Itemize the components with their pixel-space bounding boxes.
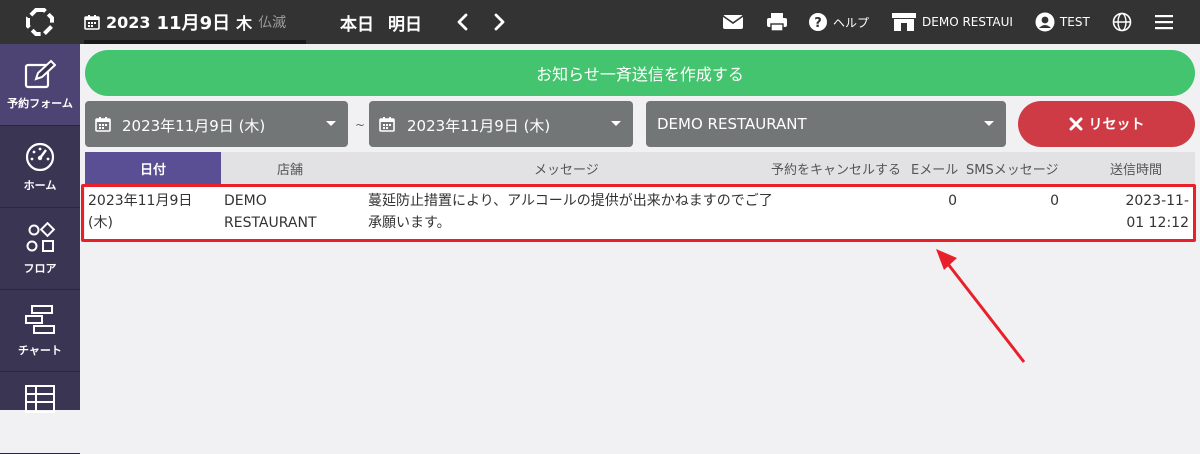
globe-icon [1112, 12, 1132, 32]
print-icon [767, 13, 787, 32]
svg-text:?: ? [814, 16, 822, 31]
close-icon [1069, 117, 1082, 131]
sidebar: 予約フォーム ホーム フロア チャート [0, 44, 80, 454]
chevron-down-icon [611, 121, 621, 126]
next-day-icon[interactable] [492, 13, 506, 31]
language-button[interactable] [1112, 12, 1132, 32]
restaurant-label: DEMO RESTAUI [922, 15, 1013, 29]
user-label: TEST [1059, 15, 1090, 29]
help-icon: ? [809, 13, 827, 31]
edit-icon [24, 59, 56, 88]
user-menu[interactable]: TEST [1035, 12, 1090, 32]
app-logo[interactable] [0, 0, 80, 44]
date-from-select[interactable]: 2023年11月9日 (木) [85, 101, 348, 147]
calendar-icon [84, 15, 100, 30]
highlight-box [81, 184, 1196, 242]
mail-button[interactable] [722, 14, 744, 30]
restaurant-value: DEMO RESTAURANT [657, 115, 807, 133]
sidebar-item-label: ホーム [23, 178, 57, 192]
date-rokuyo: 仏滅 [258, 15, 287, 31]
restaurant-select[interactable]: DEMO RESTAURANT [646, 101, 1006, 147]
current-date[interactable]: 2023 11月9日 木 仏滅 [84, 0, 286, 44]
print-button[interactable] [766, 12, 788, 32]
date-to-select[interactable]: 2023年11月9日 (木) [369, 101, 633, 147]
sidebar-item-label: フロア [23, 261, 57, 275]
store-icon [892, 13, 917, 31]
column-header-message[interactable]: メッセージ [534, 152, 599, 185]
sidebar-item-floor[interactable]: フロア [0, 208, 80, 290]
chevron-down-icon [984, 121, 994, 126]
create-broadcast-button[interactable]: お知らせ一斉送信を作成する [85, 50, 1195, 96]
sidebar-item-label: 予約フォーム [7, 96, 73, 110]
quick-date-nav: 本日 明日 [340, 0, 422, 44]
column-header-sms[interactable]: SMSメッセージ [966, 152, 1058, 185]
help-button[interactable]: ? ヘルプ [808, 12, 869, 32]
tomorrow-button[interactable]: 明日 [388, 10, 422, 35]
sidebar-item-table[interactable] [0, 372, 80, 454]
column-header-sent-time[interactable]: 送信時間 [1110, 152, 1162, 185]
column-header-cancel[interactable]: 予約をキャンセルする [771, 152, 901, 185]
user-icon [1035, 12, 1055, 32]
hamburger-icon [1154, 15, 1173, 30]
sidebar-item-label: チャート [18, 343, 62, 357]
date-range-separator: ~ [355, 118, 366, 132]
reset-label: リセット [1088, 117, 1145, 133]
date-from-value: 2023年11月9日 (木) [122, 117, 266, 135]
top-bar: 2023 11月9日 木 仏滅 本日 明日 ? ヘルプ DEMO RESTAUI… [0, 0, 1200, 44]
calendar-icon [379, 117, 395, 132]
sidebar-item-home[interactable]: ホーム [0, 126, 80, 208]
column-header-store[interactable]: 店舗 [277, 152, 303, 185]
floor-icon [26, 221, 56, 252]
date-main: 11月9日 [156, 13, 231, 34]
chevron-down-icon [326, 121, 336, 126]
logo-icon [26, 8, 54, 36]
menu-button[interactable] [1154, 13, 1174, 31]
sidebar-item-reservation-form[interactable]: 予約フォーム [0, 44, 80, 126]
help-label: ヘルプ [833, 15, 870, 30]
reset-button[interactable]: リセット [1018, 101, 1195, 147]
date-weekday: 木 [236, 14, 253, 33]
calendar-icon [95, 117, 111, 132]
table-header: 日付 店舗 メッセージ 予約をキャンセルする Eメール SMSメッセージ 送信時… [85, 152, 1195, 185]
annotation-arrow-icon [936, 249, 1026, 363]
sidebar-item-chart[interactable]: チャート [0, 290, 80, 372]
dashboard-icon [25, 142, 55, 171]
date-arrows [456, 0, 506, 44]
restaurant-switch[interactable]: DEMO RESTAUI [891, 12, 1013, 32]
prev-day-icon[interactable] [456, 13, 470, 31]
chart-icon [25, 304, 55, 334]
column-header-email[interactable]: Eメール [911, 152, 958, 185]
date-year: 2023 [106, 12, 151, 32]
date-underline [84, 40, 306, 44]
toolbar: ? ヘルプ DEMO RESTAUI TEST [722, 0, 1174, 44]
column-header-date[interactable]: 日付 [85, 152, 221, 185]
date-to-value: 2023年11月9日 (木) [407, 117, 551, 135]
mail-icon [722, 15, 744, 29]
today-button[interactable]: 本日 [340, 10, 374, 35]
